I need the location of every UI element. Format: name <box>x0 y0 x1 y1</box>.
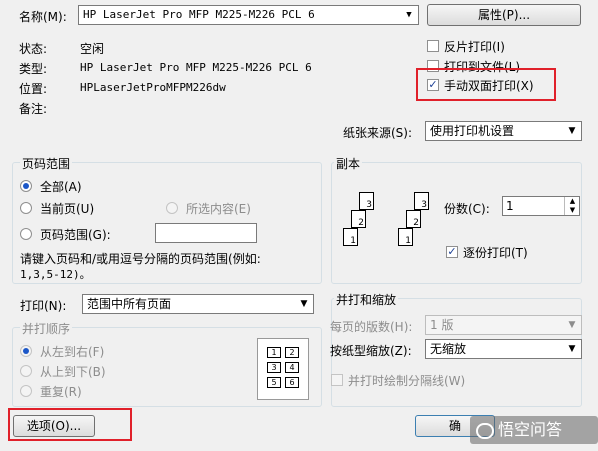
status-value: 空闲 <box>80 42 105 56</box>
zoom-legend: 并打和缩放 <box>334 291 399 308</box>
chevron-down-icon: ▼ <box>568 344 576 354</box>
copies-group <box>331 162 582 284</box>
print-order-legend: 并打顺序 <box>20 320 73 337</box>
reverse-print-checkbox[interactable] <box>427 40 439 52</box>
print-what-label: 打印(N): <box>20 299 67 313</box>
print-what-select[interactable]: 范围中所有页面 ▼ <box>82 294 314 314</box>
order-cell: 2 <box>285 347 299 358</box>
page-range-hint: 请键入页码和/或用逗号分隔的页码范围(例如: <box>20 252 261 266</box>
chevron-down-icon: ▼ <box>406 10 412 20</box>
printer-name-label: 名称(M): <box>19 10 67 24</box>
type-value: HP LaserJet Pro MFP M225-M226 PCL 6 <box>80 61 312 74</box>
collate-checkbox[interactable]: ✓ <box>446 246 458 258</box>
properties-button[interactable]: 属性(P)... <box>427 4 581 26</box>
highlight-box-options <box>8 408 132 441</box>
print-order-preview <box>257 338 309 400</box>
comment-label: 备注: <box>19 102 48 116</box>
collate-page-icon: 3 <box>414 192 429 210</box>
scale-label: 按纸型缩放(Z): <box>330 344 412 358</box>
pages-per-sheet-select[interactable]: 1 版 ▼ <box>425 315 582 335</box>
left-to-right-radio[interactable] <box>20 345 32 357</box>
collate-page-icon: 2 <box>406 210 421 228</box>
watermark-text: 悟空问答 <box>498 420 563 439</box>
printer-name-value: HP LaserJet Pro MFP M225-M226 PCL 6 <box>83 8 315 21</box>
current-page-radio[interactable] <box>20 202 32 214</box>
order-cell: 4 <box>285 362 299 373</box>
speech-bubble-icon <box>476 422 494 439</box>
top-to-bottom-label: 从上到下(B) <box>40 365 106 379</box>
copies-count-label: 份数(C): <box>444 202 490 216</box>
copies-spinner[interactable]: ▲ ▼ <box>564 197 580 215</box>
watermark: 悟空问答 <box>470 416 598 444</box>
status-label: 状态: <box>19 42 48 56</box>
collate-page-icon: 3 <box>359 192 374 210</box>
scale-select[interactable]: 无缩放 ▼ <box>425 339 582 359</box>
top-to-bottom-radio[interactable] <box>20 365 32 377</box>
chevron-down-icon: ▼ <box>568 126 576 136</box>
copies-legend: 副本 <box>334 155 363 172</box>
highlight-box-duplex <box>416 68 556 101</box>
order-cell: 5 <box>267 377 281 388</box>
selection-label: 所选内容(E) <box>186 202 251 216</box>
page-range-label: 页码范围(G): <box>40 228 111 242</box>
paper-source-value: 使用打印机设置 <box>430 124 515 138</box>
collate-label: 逐份打印(T) <box>463 246 528 260</box>
selection-radio[interactable] <box>166 202 178 214</box>
collate-page-icon: 1 <box>398 228 413 246</box>
page-range-input[interactable] <box>155 223 257 243</box>
order-cell: 1 <box>267 347 281 358</box>
draw-borders-checkbox[interactable] <box>331 374 343 386</box>
type-label: 类型: <box>19 62 48 76</box>
repeat-label: 重复(R) <box>40 385 82 399</box>
page-range-legend: 页码范围 <box>20 155 73 172</box>
collate-page-icon: 2 <box>351 210 366 228</box>
paper-source-label: 纸张来源(S): <box>343 126 413 140</box>
repeat-radio[interactable] <box>20 385 32 397</box>
pages-per-sheet-label: 每页的版数(H): <box>330 320 413 334</box>
order-cell: 6 <box>285 377 299 388</box>
collate-page-icon: 1 <box>343 228 358 246</box>
draw-borders-label: 并打时绘制分隔线(W) <box>348 374 466 388</box>
order-cell: 3 <box>267 362 281 373</box>
all-pages-label: 全部(A) <box>40 180 82 194</box>
where-label: 位置: <box>19 82 48 96</box>
page-range-hint-example: 1,3,5-12)。 <box>20 268 91 281</box>
print-what-value: 范围中所有页面 <box>87 297 172 311</box>
reverse-print-label: 反片打印(I) <box>444 40 505 54</box>
page-range-radio[interactable] <box>20 228 32 240</box>
printer-name-select[interactable]: HP LaserJet Pro MFP M225-M226 PCL 6 ▼ <box>78 5 419 25</box>
chevron-down-icon: ▼ <box>300 299 308 309</box>
scale-value: 无缩放 <box>430 342 467 356</box>
paper-source-select[interactable]: 使用打印机设置 ▼ <box>425 121 582 141</box>
where-value: HPLaserJetProMFPM226dw <box>80 81 226 94</box>
pages-per-sheet-value: 1 版 <box>430 318 454 332</box>
all-pages-radio[interactable] <box>20 180 32 192</box>
left-to-right-label: 从左到右(F) <box>40 345 105 359</box>
current-page-label: 当前页(U) <box>40 202 95 216</box>
chevron-down-icon: ▼ <box>568 320 576 330</box>
